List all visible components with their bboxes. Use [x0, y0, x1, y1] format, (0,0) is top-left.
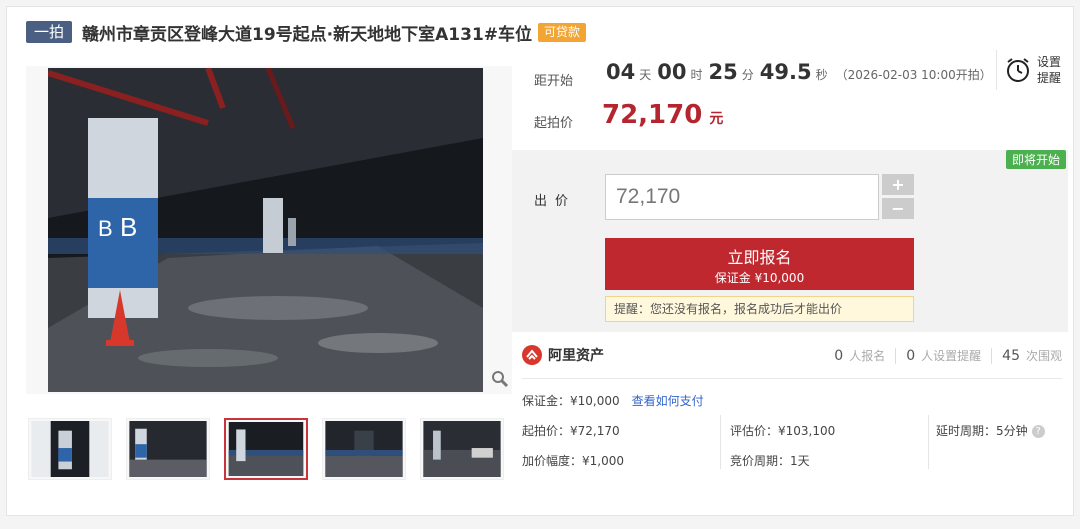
help-icon[interactable]: ?: [1031, 425, 1045, 438]
set-reminder-button[interactable]: 设置 提醒: [996, 50, 1068, 90]
ali-asset-logo-icon: [522, 345, 542, 365]
divider: [720, 415, 721, 469]
deposit-row: 保证金：¥10,000 查看如何支付: [522, 392, 704, 409]
bid-panel: 即将开始 出价 72,170 + − 立即报名 保证金 ¥10,000 提醒：您…: [512, 150, 1068, 332]
thumbnail[interactable]: [126, 418, 210, 480]
reminder-count: 0: [906, 348, 916, 364]
delay-period-text: 延时周期：5分钟: [936, 424, 1028, 438]
start-price-value: 72,170: [602, 100, 703, 130]
view-count-label: 次围观: [1025, 349, 1062, 363]
decrease-bid-button[interactable]: −: [882, 198, 914, 219]
signup-count-label: 人报名: [849, 349, 886, 363]
auction-info: 距开始 04 天 00 时 25 分 49.5 秒 （2026-02-03 10:00开…: [512, 46, 1068, 150]
start-time: （2026-02-03 10:00开拍）: [835, 68, 992, 82]
thumbnail-active[interactable]: [224, 418, 308, 480]
zoom-icon[interactable]: [491, 370, 509, 388]
detail-start-price: 起拍价：¥72,170: [522, 424, 620, 438]
countdown: 04 天 00 时 25 分 49.5 秒 （2026-02-03 10:00开拍）: [606, 60, 992, 84]
main-image[interactable]: B B: [48, 68, 483, 392]
how-to-pay-link[interactable]: 查看如何支付: [632, 394, 704, 408]
bid-label: 出价: [534, 194, 577, 209]
main-image-panel: B B: [26, 66, 512, 394]
signup-count: 0: [834, 348, 844, 364]
page-title: 赣州市章贡区登峰大道19号起点·新天地地下室A131#车位: [82, 24, 533, 45]
divider: [991, 347, 993, 364]
svg-text:B: B: [98, 216, 113, 241]
auction-stats: 0 人报名 0 人设置提醒 45 次围观: [834, 347, 1062, 364]
increase-bid-button[interactable]: +: [882, 174, 914, 195]
start-price-label: 起拍价: [534, 116, 574, 131]
reminder-count-label: 人设置提醒: [921, 349, 982, 363]
platform-logo[interactable]: 阿里资产: [522, 345, 604, 365]
countdown-seconds: 49.5: [759, 60, 812, 84]
countdown-days: 04: [606, 60, 636, 84]
seconds-unit: 秒: [815, 68, 828, 82]
minutes-unit: 分: [741, 68, 754, 82]
thumbnail-strip: [28, 418, 518, 480]
detail-delay-period: 延时周期：5分钟?: [936, 422, 1045, 439]
platform-name: 阿里资产: [548, 348, 604, 364]
countdown-label: 距开始: [534, 74, 574, 89]
signup-deposit: 保证金 ¥10,000: [714, 271, 805, 285]
alarm-clock-icon: [1007, 58, 1029, 82]
divider: [522, 378, 1062, 379]
signup-button[interactable]: 立即报名 保证金 ¥10,000: [605, 238, 914, 290]
detail-bid-period: 竞价周期：1天: [730, 454, 810, 468]
divider: [895, 347, 897, 364]
signup-tip: 提醒：您还没有报名，报名成功后才能出价: [605, 296, 914, 322]
countdown-hours: 00: [657, 60, 687, 84]
signup-label: 立即报名: [727, 248, 792, 267]
round-badge: 一拍: [26, 21, 73, 43]
status-badge: 即将开始: [1005, 150, 1066, 169]
reminder-line2: 提醒: [1037, 71, 1062, 85]
svg-text:B: B: [120, 212, 137, 242]
loan-badge: 可贷款: [538, 22, 587, 42]
detail-appraisal: 评估价：¥103,100: [730, 424, 836, 438]
bid-input[interactable]: 72,170: [605, 174, 879, 220]
deposit-text: 保证金：¥10,000: [522, 394, 620, 408]
platform-row: 阿里资产 0 人报名 0 人设置提醒 45 次围观: [522, 345, 1062, 371]
days-unit: 天: [639, 68, 652, 82]
title-row: 一拍 赣州市章贡区登峰大道19号起点·新天地地下室A131#车位 可贷款: [26, 20, 587, 45]
start-price: 72,170 元: [602, 100, 723, 130]
countdown-minutes: 25: [708, 60, 738, 84]
detail-increment: 加价幅度：¥1,000: [522, 454, 624, 468]
view-count: 45: [1002, 348, 1020, 364]
thumbnail[interactable]: [420, 418, 504, 480]
divider: [928, 415, 929, 469]
thumbnail[interactable]: [28, 418, 112, 480]
thumbnail[interactable]: [322, 418, 406, 480]
reminder-line1: 设置: [1037, 55, 1062, 69]
start-price-unit: 元: [709, 111, 724, 127]
hours-unit: 时: [690, 68, 703, 82]
